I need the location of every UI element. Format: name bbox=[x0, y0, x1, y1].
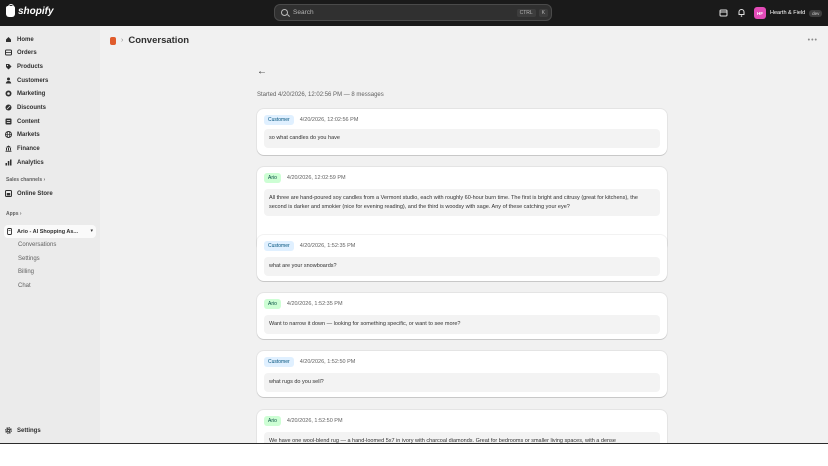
store-name: Hearth & Field bbox=[770, 10, 806, 16]
sidebar-item-label: Customers bbox=[17, 77, 49, 84]
sidebar-item-marketing[interactable]: Marketing bbox=[5, 88, 97, 99]
store-avatar: HF bbox=[754, 7, 766, 19]
pin-chevron-icon[interactable]: ▾ bbox=[90, 228, 93, 234]
search-input[interactable]: Search CTRL K bbox=[274, 4, 552, 21]
app-name: Ario - AI Shopping As... bbox=[17, 228, 79, 235]
sidebar-item-label: Settings bbox=[17, 427, 41, 434]
shortcut-ctrl: CTRL bbox=[516, 8, 536, 17]
chevron-right-icon: › bbox=[121, 37, 124, 44]
message-card: Ario 4/20/2026, 1:52:35 PM Want to narro… bbox=[257, 293, 667, 339]
main-content: › Conversation ••• ← Started 4/20/2026, … bbox=[100, 26, 828, 443]
message-time: 4/20/2026, 12:02:59 PM bbox=[286, 175, 346, 181]
inbox-icon[interactable] bbox=[719, 8, 728, 17]
apps-heading[interactable]: Apps › bbox=[6, 211, 22, 217]
sidebar-item-content[interactable]: Content bbox=[5, 116, 97, 127]
message-time: 4/20/2026, 1:52:35 PM bbox=[286, 301, 343, 307]
window-bottom-edge bbox=[0, 443, 828, 466]
role-badge: Customer bbox=[264, 115, 294, 125]
message-time: 4/20/2026, 1:52:35 PM bbox=[299, 243, 356, 249]
sidebar-item-orders[interactable]: Orders bbox=[5, 47, 97, 58]
search-placeholder: Search bbox=[293, 9, 314, 16]
role-badge: Ario bbox=[264, 173, 281, 183]
sidebar-item-finance[interactable]: Finance bbox=[5, 143, 97, 154]
sidebar-item-analytics[interactable]: Analytics bbox=[5, 157, 97, 168]
chevron-right-icon: › bbox=[43, 177, 46, 183]
tag-icon bbox=[5, 63, 12, 70]
sidebar-item-customers[interactable]: Customers bbox=[5, 75, 97, 86]
message-text: what are your snowboards? bbox=[264, 257, 660, 276]
message-card: Customer 4/20/2026, 1:52:50 PM what rugs… bbox=[257, 351, 667, 397]
role-badge: Customer bbox=[264, 357, 294, 367]
sidebar-item-markets[interactable]: Markets bbox=[5, 129, 97, 140]
message-text: Want to narrow it down — looking for som… bbox=[264, 315, 660, 334]
person-icon bbox=[5, 77, 12, 84]
role-badge: Ario bbox=[264, 299, 281, 309]
sidebar-item-label: Finance bbox=[17, 145, 40, 152]
shopify-logo[interactable]: shopify bbox=[6, 4, 54, 17]
logo-text: shopify bbox=[18, 6, 54, 17]
store-menu-button[interactable]: HF Hearth & Field dev bbox=[754, 5, 823, 21]
message-text: what rugs do you sell? bbox=[264, 373, 660, 392]
shopping-bag-icon bbox=[6, 4, 15, 17]
sidebar-item-label: Content bbox=[17, 118, 40, 125]
store-icon bbox=[5, 190, 12, 197]
sidebar-item-label: Online Store bbox=[17, 190, 53, 197]
sidebar-item-online-store[interactable]: Online Store bbox=[5, 188, 97, 199]
message-card: Ario 4/20/2026, 1:52:50 PM We have one w… bbox=[257, 410, 667, 443]
message-time: 4/20/2026, 1:52:50 PM bbox=[286, 418, 343, 424]
discount-icon bbox=[5, 104, 12, 111]
role-badge: Customer bbox=[264, 241, 294, 251]
inbox-icon bbox=[5, 49, 12, 56]
app-icon bbox=[6, 228, 13, 235]
sidebar-item-label: Markets bbox=[17, 131, 40, 138]
more-actions-icon[interactable]: ••• bbox=[808, 37, 818, 44]
sidebar-subitem-billing[interactable]: Billing bbox=[18, 269, 34, 275]
page-title: Conversation bbox=[128, 35, 190, 46]
sidebar-subitem-chat[interactable]: Chat bbox=[18, 283, 31, 289]
bell-icon[interactable] bbox=[737, 8, 746, 17]
sidebar-item-label: Analytics bbox=[17, 159, 44, 166]
message-text: We have one wool-blend rug — a hand-loom… bbox=[264, 432, 660, 443]
sidebar-subitem-conversations[interactable]: Conversations bbox=[18, 242, 56, 248]
role-badge: Ario bbox=[264, 416, 281, 426]
sidebar-item-label: Orders bbox=[17, 49, 37, 56]
shortcut-key: K bbox=[538, 8, 548, 17]
sales-channels-heading[interactable]: Sales channels › bbox=[6, 177, 45, 183]
content-icon bbox=[5, 118, 12, 125]
home-icon bbox=[5, 36, 12, 43]
sidebar-item-label: Products bbox=[17, 63, 44, 70]
sidebar-item-ario-app[interactable]: Ario - AI Shopping As... ▾ bbox=[4, 225, 96, 238]
message-time: 4/20/2026, 1:52:50 PM bbox=[299, 359, 356, 365]
breadcrumb: › Conversation bbox=[110, 35, 189, 46]
store-env-badge: dev bbox=[809, 9, 823, 17]
sidebar-item-home[interactable]: Home bbox=[5, 34, 97, 45]
sidebar-item-label: Marketing bbox=[17, 90, 46, 97]
sales-channels-label: Sales channels bbox=[6, 177, 43, 183]
back-arrow-icon[interactable]: ← bbox=[257, 66, 267, 77]
message-card: Customer 4/20/2026, 1:52:35 PM what are … bbox=[257, 235, 667, 281]
message-text: All three are hand-poured soy candles fr… bbox=[264, 189, 660, 216]
sidebar-item-label: Home bbox=[17, 36, 34, 43]
top-bar: shopify Search CTRL K HF Hearth & Field … bbox=[0, 0, 828, 26]
search-icon bbox=[281, 9, 288, 16]
sidebar-item-products[interactable]: Products bbox=[5, 61, 97, 72]
bank-icon bbox=[5, 145, 12, 152]
conversation-meta: Started 4/20/2026, 12:02:56 PM — 8 messa… bbox=[257, 92, 384, 98]
sidebar: Home Orders Products Customers Marketing… bbox=[0, 26, 100, 443]
message-card: Customer 4/20/2026, 12:02:56 PM so what … bbox=[257, 109, 667, 155]
sidebar-item-settings[interactable]: Settings bbox=[5, 425, 97, 436]
bar-chart-icon bbox=[5, 159, 12, 166]
gear-icon bbox=[5, 427, 12, 434]
sidebar-subitem-settings[interactable]: Settings bbox=[18, 256, 40, 262]
message-text: so what candles do you have bbox=[264, 129, 660, 148]
apps-label: Apps bbox=[6, 211, 19, 217]
chevron-right-icon: › bbox=[19, 211, 22, 217]
app-breadcrumb-icon[interactable] bbox=[110, 36, 116, 45]
target-icon bbox=[5, 90, 12, 97]
sidebar-item-label: Discounts bbox=[17, 104, 47, 111]
message-time: 4/20/2026, 12:02:56 PM bbox=[299, 117, 359, 123]
sidebar-item-discounts[interactable]: Discounts bbox=[5, 102, 97, 113]
globe-icon bbox=[5, 131, 12, 138]
